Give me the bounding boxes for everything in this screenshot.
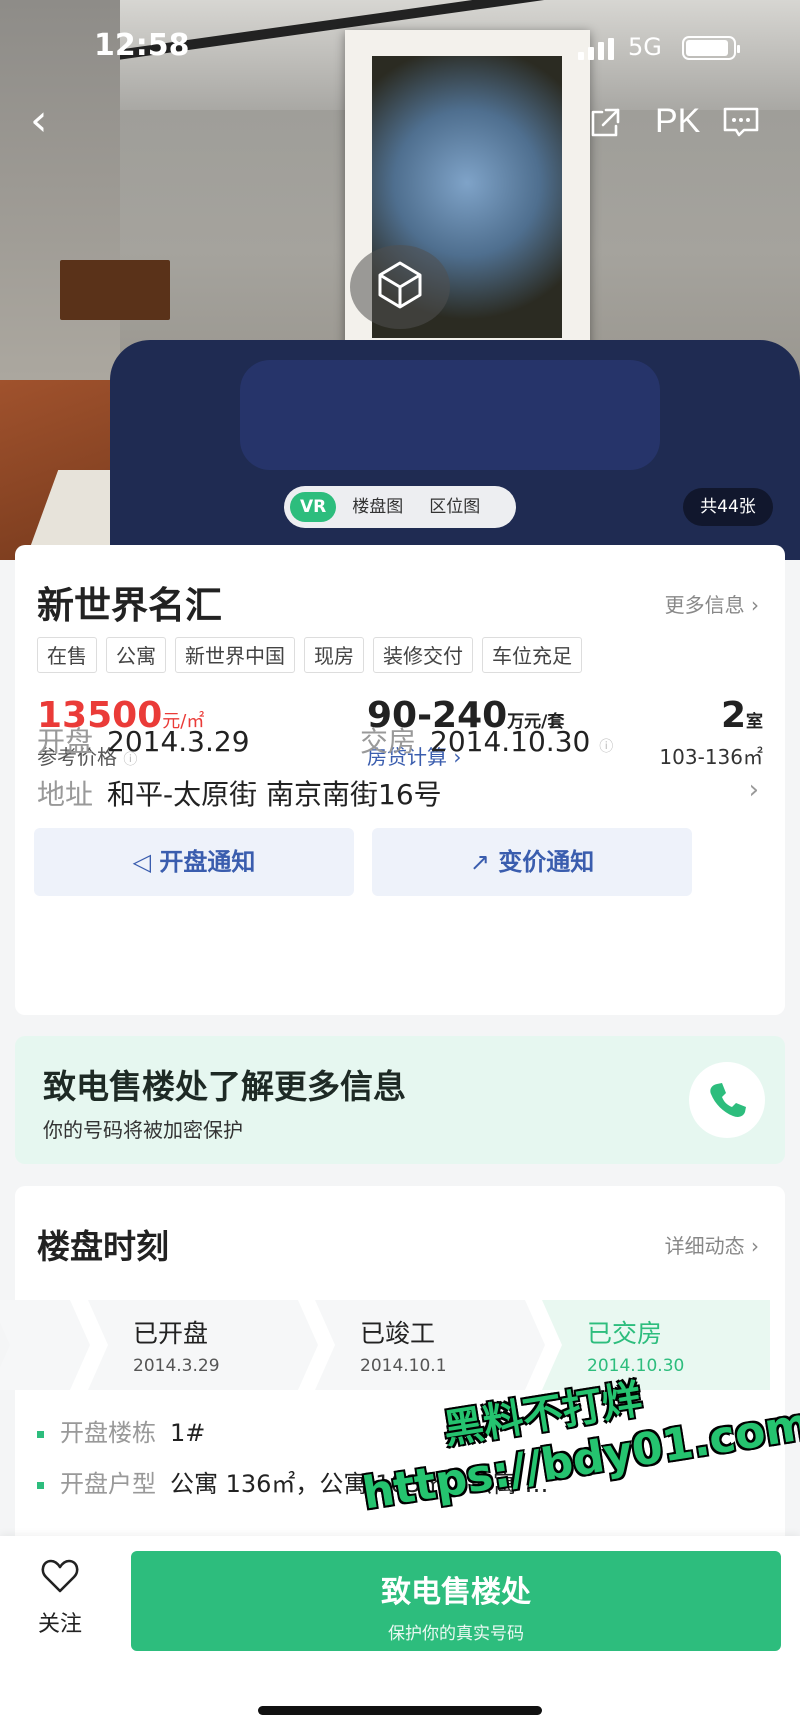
- room-cabinet: [60, 260, 170, 320]
- follow-button[interactable]: 关注: [30, 1558, 90, 1658]
- vr-cube-icon: [378, 261, 422, 309]
- timeline-step-leading: [0, 1300, 90, 1390]
- info-icon[interactable]: ⓘ: [599, 739, 613, 755]
- address-value: 和平-太原街 南京南街16号: [107, 778, 442, 811]
- back-icon[interactable]: ‹: [30, 96, 70, 152]
- chevron-right-icon[interactable]: ›: [749, 775, 759, 805]
- status-bar: 12:58 5G: [0, 0, 800, 96]
- open-date-value: 2014.3.29: [107, 725, 250, 758]
- call-sales-office-button[interactable]: 致电售楼处 保护你的真实号码: [131, 1551, 781, 1651]
- cta-main-label: 致电售楼处: [381, 1575, 531, 1610]
- project-tags: 在售 公寓 新世界中国 现房 装修交付 车位充足: [37, 637, 582, 673]
- room-sofa-cushions: [240, 360, 660, 470]
- tag: 现房: [304, 637, 364, 673]
- delivery-date-row: 交房 2014.10.30 ⓘ: [360, 720, 613, 760]
- tag: 在售: [37, 637, 97, 673]
- media-tab-building[interactable]: 楼盘图: [342, 492, 413, 522]
- bullet-icon: [37, 1430, 44, 1438]
- speaker-icon: ◁: [132, 848, 152, 876]
- timeline-step: 已竣工 2014.10.1: [315, 1300, 545, 1390]
- tag: 车位充足: [482, 637, 582, 673]
- open-notify-button[interactable]: ◁ 开盘通知: [34, 828, 354, 896]
- timeline-step: 已开盘 2014.3.29: [88, 1300, 318, 1390]
- cta-sub-label: 保护你的真实号码: [388, 1624, 524, 1644]
- tag: 装修交付: [373, 637, 473, 673]
- call-banner-heading: 致电售楼处了解更多信息: [43, 1067, 406, 1106]
- more-info-link[interactable]: 更多信息 ›: [665, 589, 759, 618]
- status-time: 12:58: [94, 28, 190, 63]
- heart-icon: [41, 1559, 79, 1593]
- more-info-label: 更多信息: [664, 593, 745, 617]
- signal-icon: [578, 38, 618, 60]
- room-count-value: 2: [720, 695, 746, 736]
- timeline-title: 楼盘时刻: [37, 1227, 169, 1266]
- step-date: 2014.3.29: [133, 1356, 220, 1376]
- delivery-date-value: 2014.10.30: [430, 725, 591, 758]
- share-icon[interactable]: [588, 106, 622, 140]
- vr-view-button[interactable]: [350, 245, 450, 329]
- open-unit-types-label: 开盘户型: [60, 1470, 156, 1498]
- timeline-more-link[interactable]: 详细动态 ›: [665, 1230, 759, 1259]
- trend-icon: ↗: [469, 848, 490, 876]
- open-buildings-row: 开盘楼栋 1#: [37, 1413, 205, 1448]
- tag: 新世界中国: [175, 637, 295, 673]
- step-name: 已竣工: [360, 1319, 436, 1348]
- step-date: 2014.10.1: [360, 1356, 447, 1376]
- room-count: 2室: [721, 695, 763, 736]
- call-sales-banner[interactable]: 致电售楼处了解更多信息 你的号码将被加密保护: [15, 1036, 785, 1164]
- follow-label: 关注: [37, 1612, 82, 1637]
- media-tab-vr[interactable]: VR: [290, 492, 337, 522]
- chevron-right-icon: ›: [751, 593, 759, 617]
- open-date-label: 开盘: [37, 725, 94, 758]
- phone-call-button[interactable]: [689, 1062, 765, 1138]
- network-type: 5G: [628, 33, 662, 61]
- photo-count-badge[interactable]: 共44张: [683, 488, 773, 526]
- step-name: 已开盘: [133, 1319, 209, 1348]
- bullet-icon: [37, 1481, 44, 1489]
- open-buildings-value: 1#: [170, 1419, 206, 1447]
- step-name: 已交房: [587, 1319, 663, 1348]
- project-info-card: 新世界名汇 更多信息 › 在售 公寓 新世界中国 现房 装修交付 车位充足 13…: [15, 545, 785, 1015]
- bottom-action-bar: 关注 致电售楼处 保护你的真实号码: [0, 1536, 800, 1729]
- call-banner-subtitle: 你的号码将被加密保护: [43, 1118, 243, 1142]
- project-name: 新世界名汇: [37, 584, 222, 627]
- delivery-date-label: 交房: [360, 725, 417, 758]
- phone-icon: [710, 1083, 746, 1117]
- address-label: 地址: [37, 778, 94, 811]
- chevron-right-icon: ›: [751, 1234, 759, 1258]
- pk-compare-button[interactable]: PK: [655, 102, 700, 141]
- area-range: 103-136㎡: [659, 745, 763, 769]
- tag: 公寓: [106, 637, 166, 673]
- room-count-unit: 室: [746, 712, 763, 732]
- price-change-notify-button[interactable]: ↗ 变价通知: [372, 828, 692, 896]
- message-icon[interactable]: [722, 106, 760, 138]
- home-indicator[interactable]: [258, 1706, 542, 1715]
- open-buildings-label: 开盘楼栋: [60, 1419, 156, 1447]
- open-date-row: 开盘 2014.3.29: [37, 720, 250, 760]
- address-row[interactable]: 地址 和平-太原街 南京南街16号: [37, 773, 442, 813]
- top-nav: ‹ PK: [0, 96, 800, 152]
- battery-icon: [682, 36, 740, 60]
- media-tab-location[interactable]: 区位图: [419, 492, 490, 522]
- media-tabs: VR 楼盘图 区位图: [284, 486, 516, 528]
